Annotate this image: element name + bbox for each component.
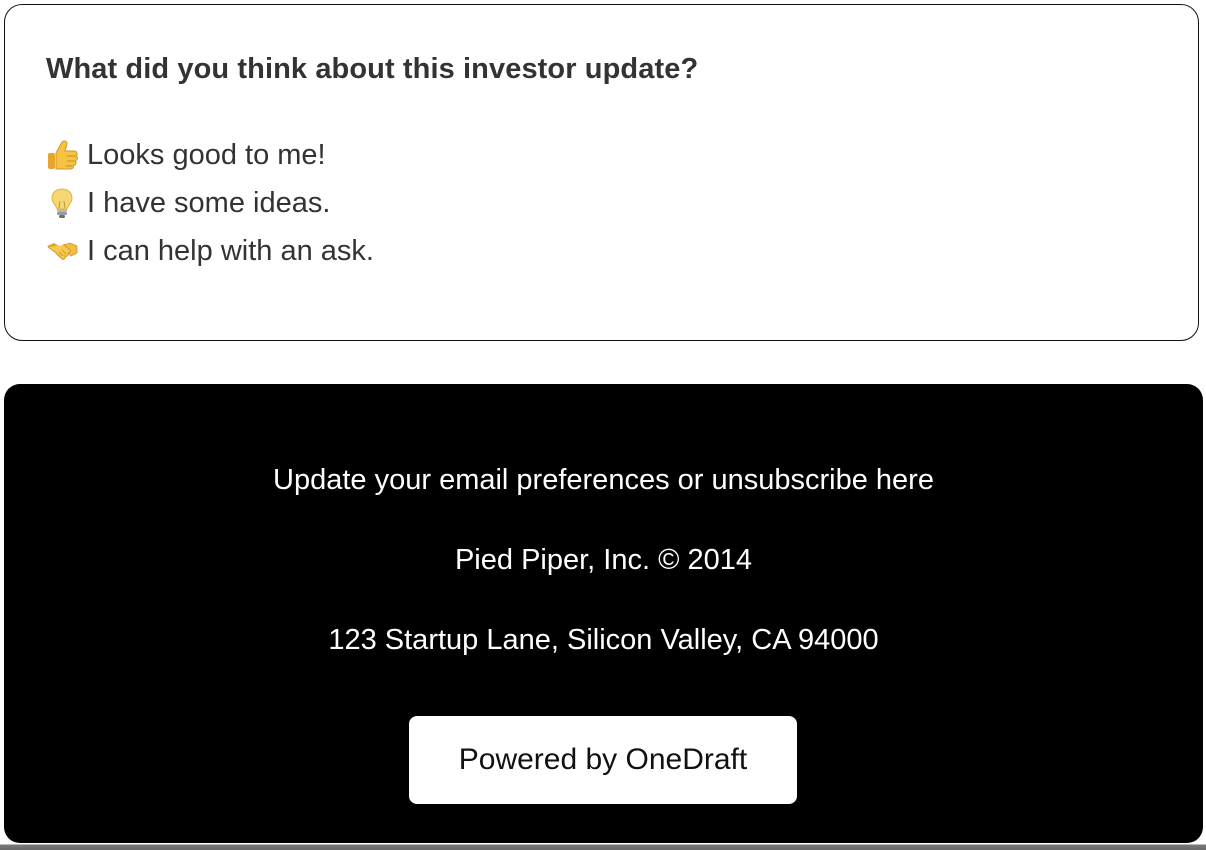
company-copyright: Pied Piper, Inc. © 2014 <box>454 544 753 576</box>
feedback-option-help[interactable]: I can help with an ask. <box>45 227 374 275</box>
preferences-link[interactable]: Update your email preferences or unsubsc… <box>4 464 1203 497</box>
feedback-option-label: I have some ideas. <box>87 186 331 219</box>
powered-by-button[interactable]: Powered by OneDraft <box>409 716 797 804</box>
handshake-icon <box>45 234 79 268</box>
feedback-options: Looks good to me! I have some ideas. I c… <box>45 131 374 275</box>
window-bottom-edge <box>0 843 1206 850</box>
feedback-card: What did you think about this investor u… <box>4 4 1199 341</box>
feedback-option-ideas[interactable]: I have some ideas. <box>45 179 374 227</box>
thumbs-up-icon <box>45 138 79 172</box>
footer: Update your email preferences or unsubsc… <box>4 384 1203 843</box>
powered-by-label: Powered by OneDraft <box>458 743 748 776</box>
company-address: 123 Startup Lane, Silicon Valley, CA 940… <box>328 624 879 656</box>
feedback-title: What did you think about this investor u… <box>46 53 699 85</box>
light-bulb-icon <box>45 186 79 220</box>
feedback-option-looks-good[interactable]: Looks good to me! <box>45 131 374 179</box>
feedback-option-label: I can help with an ask. <box>87 234 374 267</box>
feedback-option-label: Looks good to me! <box>87 138 326 171</box>
